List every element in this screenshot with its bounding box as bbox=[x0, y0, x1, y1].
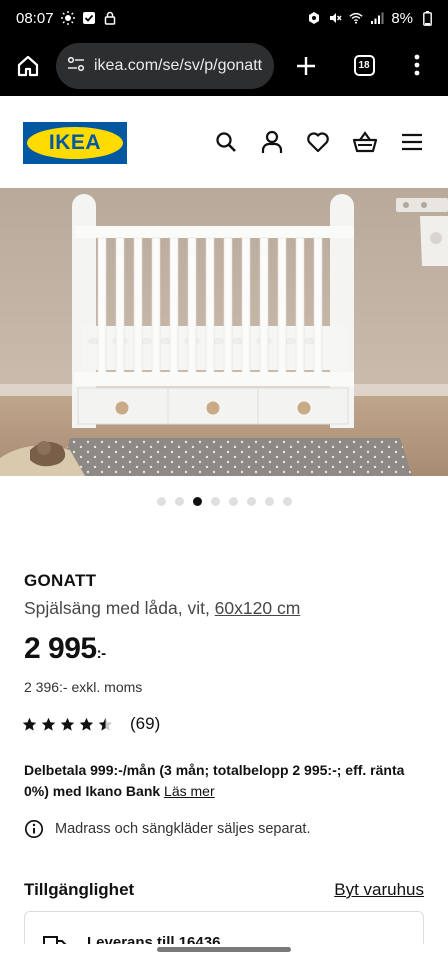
browser-toolbar: ikea.com/se/sv/p/gonatt 18 bbox=[0, 36, 448, 96]
home-icon bbox=[17, 55, 39, 77]
price-suffix: :- bbox=[96, 645, 107, 662]
site-settings-icon[interactable] bbox=[66, 54, 86, 79]
new-tab-button[interactable] bbox=[288, 44, 324, 88]
logo-text: IKEA bbox=[48, 131, 102, 154]
plus-icon bbox=[297, 57, 315, 75]
price-ex-vat: 2 396:- exkl. moms bbox=[24, 679, 143, 695]
search-button[interactable] bbox=[210, 126, 242, 158]
more-vert-icon bbox=[414, 54, 420, 76]
info-icon bbox=[24, 819, 44, 839]
change-store-link[interactable]: Byt varuhus bbox=[334, 880, 424, 900]
wishlist-button[interactable] bbox=[302, 126, 334, 158]
product-size-link[interactable]: 60x120 cm bbox=[215, 598, 301, 618]
product-image[interactable] bbox=[0, 188, 448, 476]
financing-read-more-link[interactable]: Läs mer bbox=[164, 783, 215, 799]
brightness-icon bbox=[60, 11, 75, 25]
product-price: 2 995:- bbox=[24, 632, 106, 666]
star-icon bbox=[22, 717, 37, 731]
search-icon bbox=[216, 132, 236, 152]
signal-icon bbox=[370, 11, 384, 25]
product-description-text: Spjälsäng med låda, vit, bbox=[24, 598, 215, 618]
star-icon bbox=[41, 717, 56, 731]
carousel-dot[interactable] bbox=[228, 497, 238, 506]
carousel-dot[interactable] bbox=[174, 497, 184, 506]
carousel-dot[interactable] bbox=[156, 497, 166, 506]
account-icon bbox=[261, 130, 283, 153]
data-saver-icon bbox=[307, 11, 321, 25]
heart-icon bbox=[307, 132, 329, 153]
rating-stars bbox=[22, 717, 113, 732]
lock-icon bbox=[103, 11, 117, 25]
review-count: (69) bbox=[130, 714, 161, 733]
product-name: GONATT bbox=[24, 571, 97, 590]
cart-icon bbox=[352, 131, 378, 153]
menu-button[interactable] bbox=[396, 126, 428, 158]
site-header: IKEA bbox=[0, 96, 448, 188]
price-value: 2 995 bbox=[24, 632, 97, 665]
ikea-logo[interactable]: IKEA bbox=[23, 122, 127, 164]
browser-menu-button[interactable] bbox=[402, 50, 432, 80]
product-description: Spjälsäng med låda, vit, 60x120 cm bbox=[24, 598, 300, 619]
carousel-dot[interactable] bbox=[282, 497, 292, 506]
tab-switcher-button[interactable]: 18 bbox=[349, 50, 379, 80]
cart-button[interactable] bbox=[349, 126, 381, 158]
url-text: ikea.com/se/sv/p/gonatt bbox=[94, 57, 263, 74]
star-icon bbox=[79, 717, 94, 731]
image-carousel-dots bbox=[0, 497, 448, 506]
hamburger-icon bbox=[402, 133, 422, 151]
battery-level: 8% bbox=[391, 9, 413, 27]
notice-text: Madrass och sängkläder säljes separat. bbox=[55, 821, 311, 837]
mute-icon bbox=[328, 11, 342, 25]
carousel-dot[interactable] bbox=[246, 497, 256, 506]
carousel-dot[interactable] bbox=[264, 497, 274, 506]
tab-count: 18 bbox=[353, 54, 375, 76]
account-button[interactable] bbox=[256, 126, 288, 158]
address-bar[interactable]: ikea.com/se/sv/p/gonatt bbox=[56, 43, 274, 89]
wifi-icon bbox=[349, 11, 363, 25]
product-notice: Madrass och sängkläder säljes separat. bbox=[24, 819, 311, 839]
gesture-navigation-bar[interactable] bbox=[157, 947, 291, 952]
star-icon bbox=[60, 717, 75, 731]
checkbox-notification-icon bbox=[82, 11, 96, 25]
product-rating[interactable]: (69) bbox=[22, 714, 160, 734]
financing-info: Delbetala 999:-/mån (3 mån; totalbelopp … bbox=[24, 760, 414, 802]
carousel-dot[interactable] bbox=[210, 497, 220, 506]
home-button[interactable] bbox=[0, 36, 56, 96]
status-bar: 08:07 8% bbox=[0, 0, 448, 36]
battery-icon bbox=[420, 10, 434, 26]
availability-title: Tillgänglighet bbox=[24, 880, 135, 899]
carousel-dot[interactable] bbox=[192, 497, 202, 506]
star-icon bbox=[98, 717, 113, 731]
status-time: 08:07 bbox=[16, 9, 54, 27]
logo-oval: IKEA bbox=[27, 127, 123, 159]
